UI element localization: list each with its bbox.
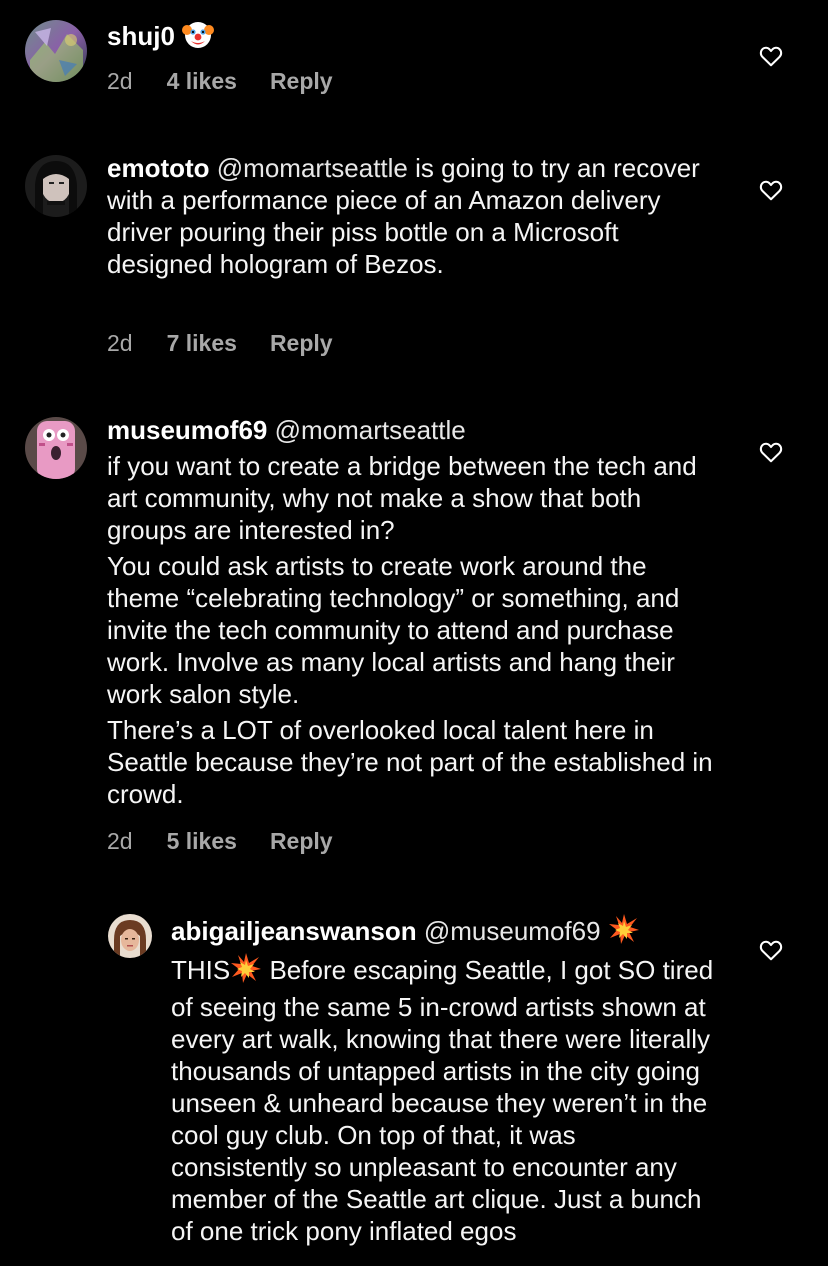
mention-link[interactable]: @museumof69	[424, 916, 601, 946]
comment-item: museumof69 @momartseattle if you want to…	[0, 380, 828, 880]
comment-username[interactable]: shuj0	[107, 21, 175, 51]
comment-item: shuj0 2d 4 likes Reply	[0, 0, 828, 120]
comment-likes[interactable]: 7 likes	[167, 330, 237, 357]
comment-likes[interactable]: 4 likes	[167, 68, 237, 95]
mention-link[interactable]: @momartseattle	[275, 415, 466, 445]
avatar[interactable]	[25, 417, 87, 479]
comment-username[interactable]: abigailjeanswanson	[171, 916, 417, 946]
comment-body: museumof69 @momartseattle if you want to…	[107, 414, 719, 810]
comment-likes[interactable]: 5 likes	[167, 828, 237, 855]
comment-time: 2d	[107, 68, 133, 94]
avatar-image	[25, 417, 87, 479]
comment-text: Before escaping Seattle, I got SO tired …	[171, 955, 714, 1246]
collision-icon	[230, 952, 262, 991]
comment-meta: 2d 5 likes Reply	[107, 828, 333, 855]
reply-button[interactable]: Reply	[270, 330, 333, 357]
comment-username[interactable]: museumof69	[107, 415, 267, 445]
comment-item: emototo @momartseattle is going to try a…	[0, 120, 828, 380]
comment-body: abigailjeanswanson @museumof69 THIS Befo…	[171, 913, 716, 1247]
comment-time: 2d	[107, 330, 133, 356]
reply-item: abigailjeanswanson @museumof69 THIS Befo…	[0, 880, 828, 1266]
avatar-image	[108, 914, 152, 958]
avatar[interactable]	[25, 155, 87, 217]
avatar[interactable]	[25, 20, 87, 82]
avatar-image	[25, 20, 87, 82]
comment-meta: 2d 4 likes Reply	[107, 68, 333, 95]
comment-username[interactable]: emototo	[107, 153, 210, 183]
mention-link[interactable]: @momartseattle	[217, 153, 408, 183]
reply-button[interactable]: Reply	[270, 828, 333, 855]
like-heart-icon[interactable]	[758, 177, 784, 203]
comment-meta: 2d 7 likes Reply	[107, 330, 333, 357]
comment-body: emototo @momartseattle is going to try a…	[107, 152, 719, 280]
like-heart-icon[interactable]	[758, 937, 784, 963]
collision-icon	[608, 913, 640, 952]
reply-button[interactable]: Reply	[270, 68, 333, 95]
like-heart-icon[interactable]	[758, 43, 784, 69]
like-heart-icon[interactable]	[758, 439, 784, 465]
comment-paragraph: There’s a LOT of overlooked local talent…	[107, 715, 713, 809]
comment-paragraph: if you want to create a bridge between t…	[107, 451, 697, 545]
avatar-image	[25, 155, 87, 217]
clown-face-icon	[182, 18, 215, 57]
comment-time: 2d	[107, 828, 133, 854]
avatar[interactable]	[108, 914, 152, 958]
comment-body: shuj0	[107, 18, 719, 57]
comment-paragraph: You could ask artists to create work aro…	[107, 551, 680, 709]
comment-text-start: THIS	[171, 955, 231, 985]
